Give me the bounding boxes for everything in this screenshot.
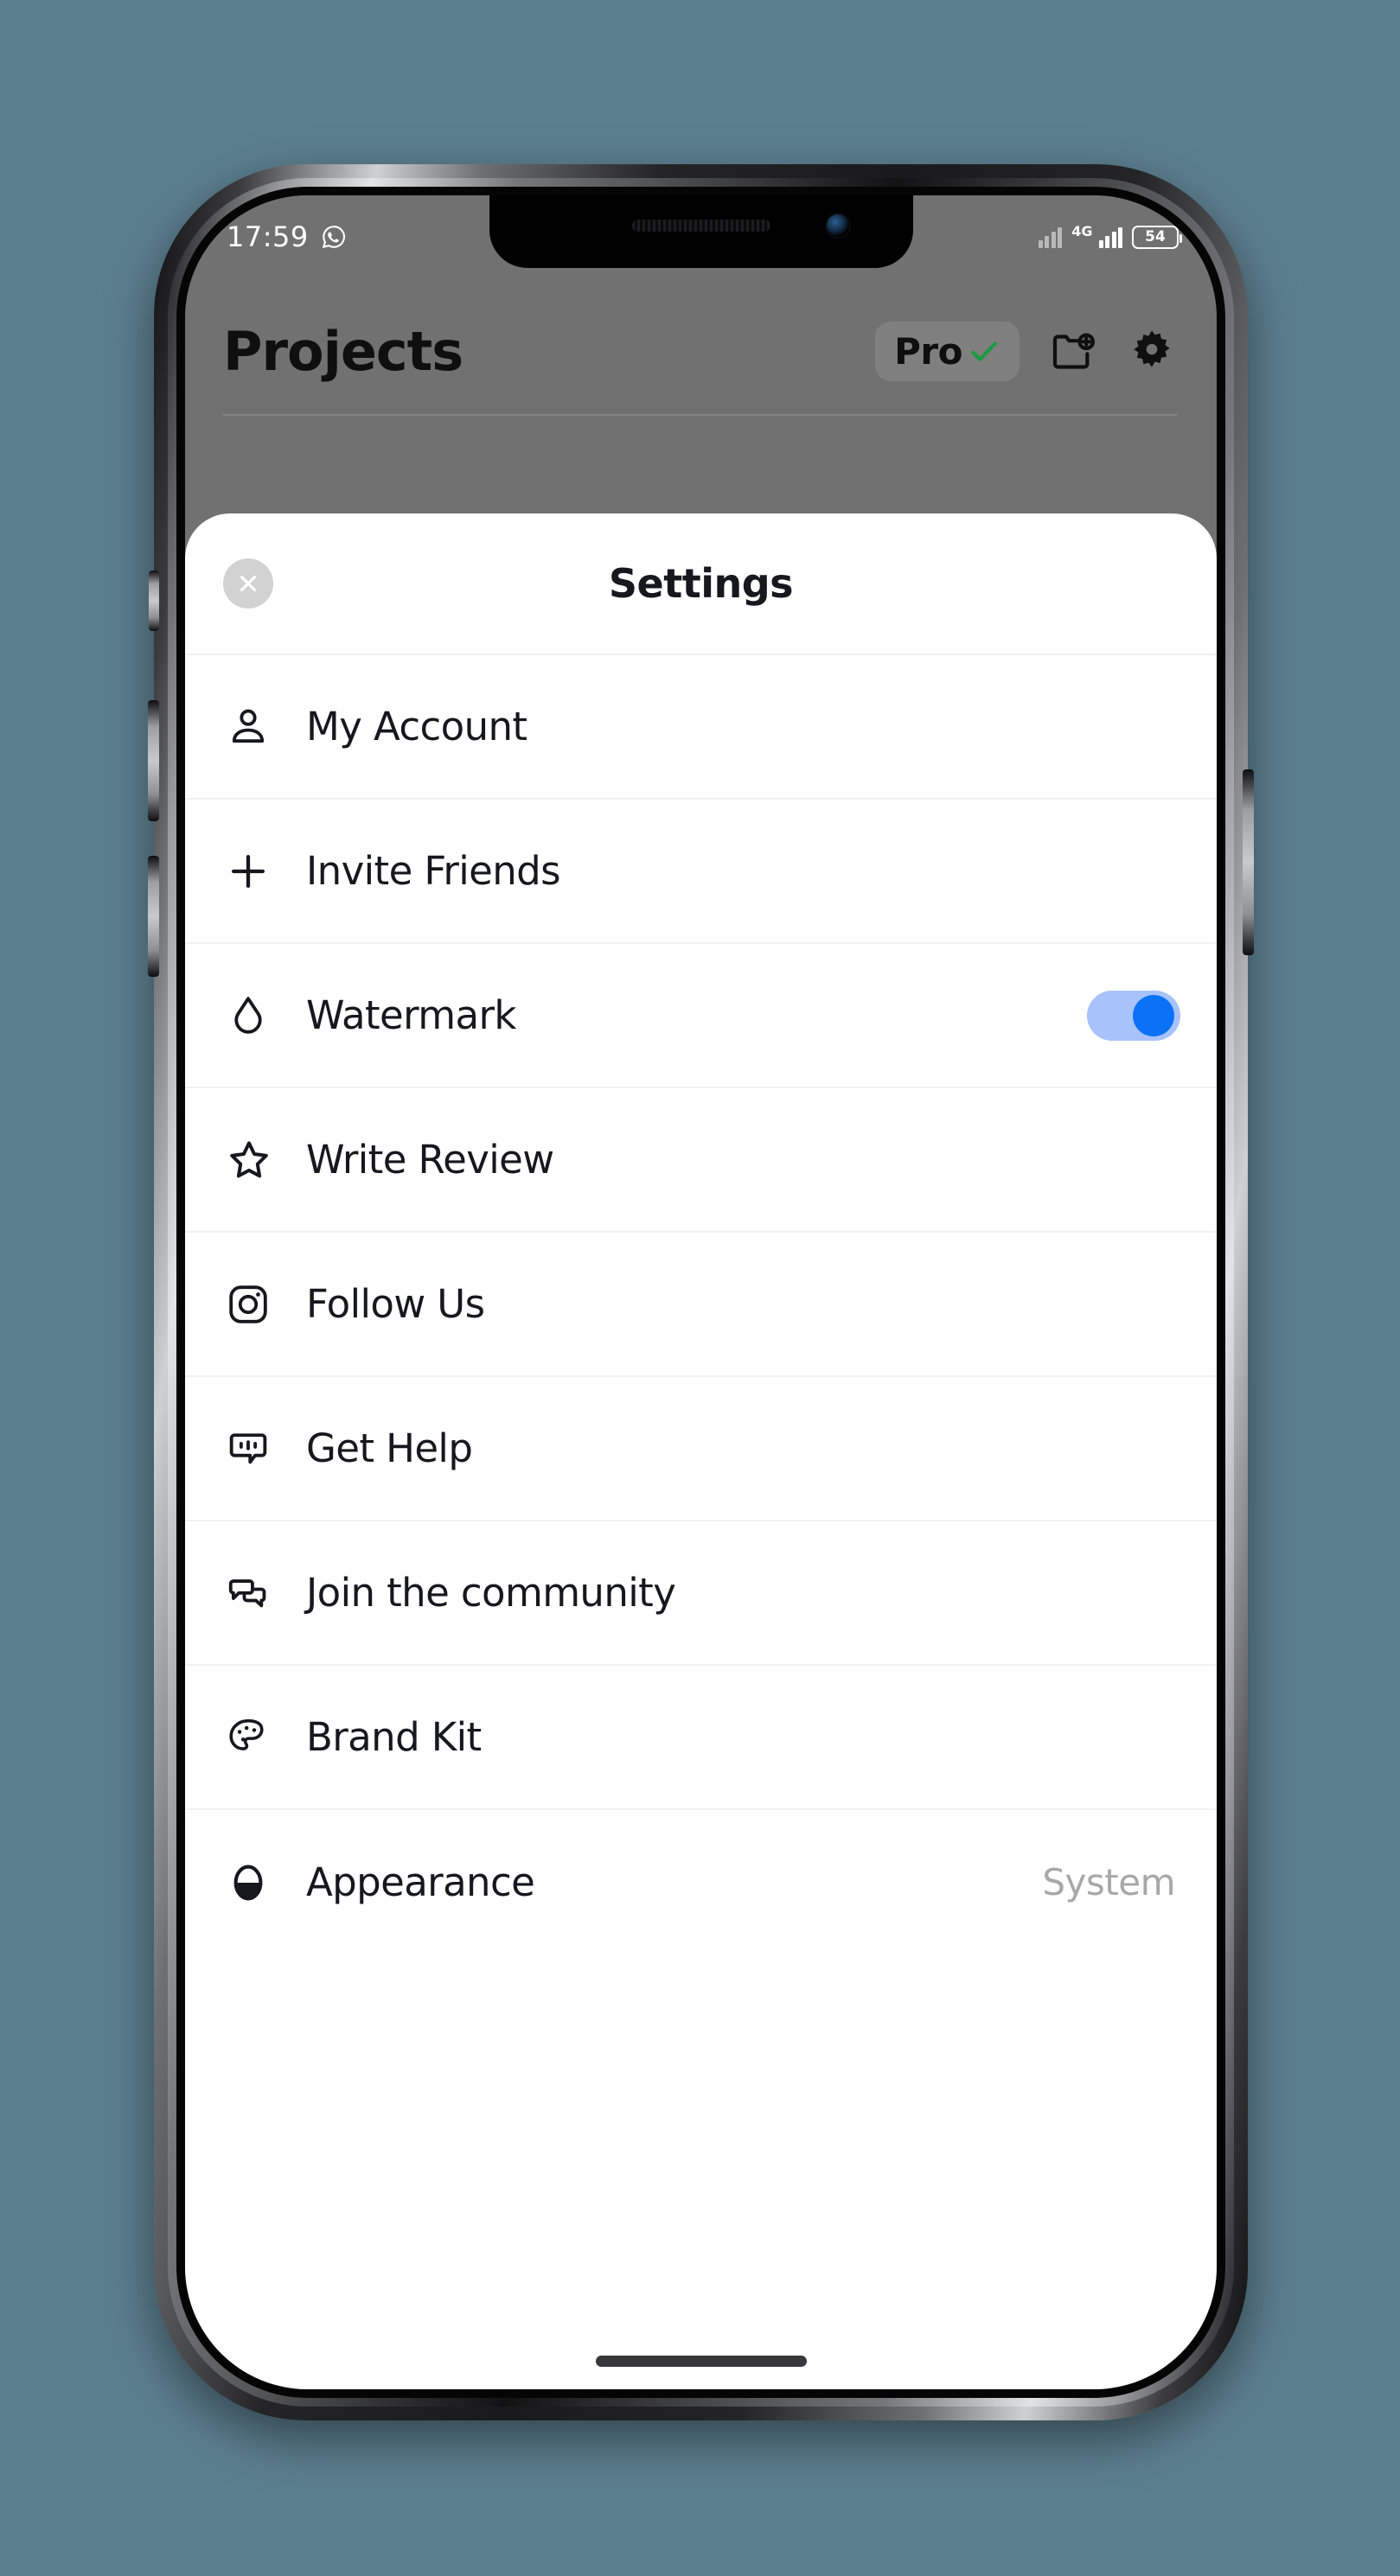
settings-row-label: Get Help — [306, 1425, 473, 1471]
status-bar: 17:59 4G 54 — [185, 195, 1217, 278]
watermark-toggle[interactable] — [1087, 990, 1180, 1041]
volume-up-button[interactable] — [148, 700, 159, 821]
status-time: 17:59 — [227, 220, 309, 253]
status-bar-left: 17:59 — [227, 220, 347, 253]
signal-bars-primary-icon — [1098, 226, 1122, 248]
network-type-label: 4G — [1071, 223, 1093, 239]
phone-frame: 17:59 4G 54 Projects Pro Settings My Acc… — [148, 164, 1254, 2420]
droplet-icon — [225, 992, 292, 1039]
settings-row-label: Appearance — [306, 1859, 535, 1905]
toggle-knob — [1133, 994, 1174, 1036]
status-bar-right: 4G 54 — [1038, 223, 1182, 249]
settings-row-label: Invite Friends — [306, 848, 561, 894]
close-icon — [235, 571, 261, 596]
app-header-row: Projects Pro — [223, 320, 1177, 383]
settings-row-label: Follow Us — [306, 1281, 485, 1327]
plus-icon — [225, 848, 292, 895]
battery-percent-label: 54 — [1145, 228, 1166, 245]
signal-bars-secondary-icon — [1038, 226, 1063, 248]
app-header: Projects Pro — [185, 278, 1217, 416]
settings-row-brand-kit[interactable]: Brand Kit — [185, 1666, 1217, 1810]
settings-row-follow-us[interactable]: Follow Us — [185, 1233, 1217, 1377]
pro-badge[interactable]: Pro — [875, 322, 1020, 381]
check-icon — [968, 335, 1000, 368]
star-icon — [225, 1136, 292, 1184]
power-button[interactable] — [1243, 769, 1254, 955]
settings-row-invite-friends[interactable]: Invite Friends — [185, 800, 1217, 944]
settings-title: Settings — [608, 560, 794, 607]
whatsapp-icon — [321, 224, 347, 250]
settings-row-label: Brand Kit — [306, 1714, 482, 1760]
settings-row-my-account[interactable]: My Account — [185, 655, 1217, 800]
settings-row-get-help[interactable]: Get Help — [185, 1377, 1217, 1521]
new-folder-icon[interactable] — [1049, 328, 1097, 376]
settings-sheet-header: Settings — [185, 513, 1217, 655]
battery-icon: 54 — [1132, 225, 1182, 249]
settings-row-label: Write Review — [306, 1137, 554, 1183]
phone-screen: 17:59 4G 54 Projects Pro Settings My Acc… — [185, 195, 1217, 2389]
page-title: Projects — [223, 320, 463, 383]
settings-row-label: Watermark — [306, 992, 516, 1038]
header-actions: Pro — [875, 322, 1177, 381]
settings-row-appearance[interactable]: Appearance System — [185, 1810, 1217, 1954]
chat-help-icon — [225, 1425, 292, 1472]
close-button[interactable] — [223, 558, 273, 609]
palette-icon — [225, 1714, 292, 1761]
settings-row-label: My Account — [306, 704, 527, 749]
settings-row-join-community[interactable]: Join the community — [185, 1521, 1217, 1666]
appearance-value[interactable]: System — [1042, 1861, 1180, 1903]
settings-row-label: Join the community — [306, 1570, 676, 1616]
pro-badge-label: Pro — [894, 330, 962, 373]
chat-bubbles-icon — [225, 1570, 292, 1616]
contrast-icon — [225, 1859, 292, 1906]
person-icon — [225, 704, 292, 750]
instagram-icon — [225, 1281, 292, 1328]
home-indicator[interactable] — [595, 2356, 807, 2367]
settings-sheet: Settings My Account Invite Friends Water… — [185, 513, 1217, 2389]
settings-list: My Account Invite Friends Watermark Writ… — [185, 655, 1217, 2389]
gear-icon[interactable] — [1127, 327, 1177, 377]
settings-row-write-review[interactable]: Write Review — [185, 1088, 1217, 1233]
mute-switch-button[interactable] — [149, 571, 159, 631]
volume-down-button[interactable] — [148, 856, 159, 977]
header-divider — [223, 414, 1177, 416]
settings-row-watermark[interactable]: Watermark — [185, 944, 1217, 1088]
